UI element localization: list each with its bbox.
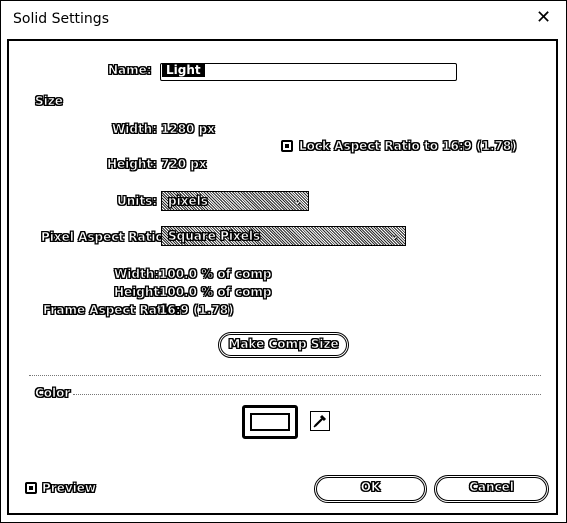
color-section-rule: [73, 394, 541, 395]
dialog-title: Solid Settings: [13, 11, 109, 27]
name-input-value: Light: [162, 63, 205, 77]
color-section-label: Color: [35, 386, 71, 401]
chevron-down-icon: ⌄: [389, 229, 399, 242]
pixel-aspect-ratio-value: Square Pixels: [168, 229, 261, 244]
height-label: Height:: [107, 157, 158, 172]
size-section-label: Size: [35, 94, 63, 109]
width-value[interactable]: 1280 px: [161, 122, 216, 137]
make-comp-size-button[interactable]: Make Comp Size: [218, 332, 349, 358]
cancel-button-label: Cancel: [469, 480, 514, 495]
comp-height-label: Height:: [114, 285, 165, 300]
close-icon[interactable]: ✕: [536, 9, 551, 27]
chevron-down-icon: ⌄: [292, 194, 302, 207]
ok-button[interactable]: OK: [314, 475, 427, 503]
title-bar: Solid Settings ✕: [1, 1, 566, 37]
eyedropper-icon[interactable]: [310, 411, 330, 431]
name-label: Name:: [108, 63, 152, 78]
units-dropdown[interactable]: pixels ⌄: [161, 191, 309, 211]
lock-aspect-ratio-checkbox[interactable]: [281, 140, 293, 152]
pixel-aspect-ratio-label: Pixel Aspect Ratio:: [41, 230, 169, 245]
dialog-body: [7, 39, 558, 515]
comp-width-value: 100.0 % of comp: [159, 267, 272, 282]
units-dropdown-value: pixels: [168, 194, 208, 209]
preview-label: Preview: [42, 481, 97, 496]
name-input[interactable]: Light: [160, 63, 457, 81]
pixel-aspect-ratio-dropdown[interactable]: Square Pixels ⌄: [161, 226, 406, 246]
color-swatch[interactable]: [242, 405, 298, 439]
comp-height-value: 100.0 % of comp: [159, 285, 272, 300]
make-comp-size-label: Make Comp Size: [228, 337, 339, 352]
cancel-button[interactable]: Cancel: [434, 475, 549, 503]
height-value[interactable]: 720 px: [161, 157, 207, 172]
lock-aspect-ratio-label: Lock Aspect Ratio to 16:9 (1.78): [299, 139, 517, 154]
solid-settings-dialog: Solid Settings ✕ Name: Light Size Width:…: [0, 0, 567, 523]
comp-width-label: Width:: [114, 267, 160, 282]
separator: [29, 375, 541, 376]
units-label: Units:: [117, 194, 158, 209]
frame-aspect-ratio-value: 16:9 (1.78): [159, 303, 234, 318]
preview-checkbox[interactable]: [25, 482, 37, 494]
ok-button-label: OK: [360, 480, 381, 495]
width-label: Width:: [112, 122, 158, 137]
